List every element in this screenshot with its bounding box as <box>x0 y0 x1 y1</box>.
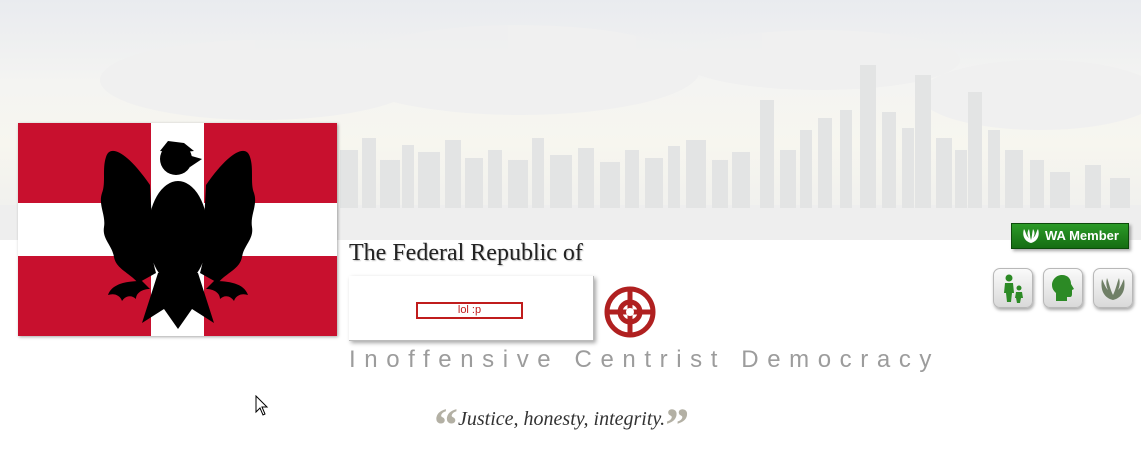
head-profile-badge[interactable] <box>1043 268 1083 308</box>
wa-member-badge[interactable]: WA Member <box>1011 223 1129 249</box>
wa-member-label: WA Member <box>1045 228 1119 243</box>
nation-name: lol :p <box>416 302 523 319</box>
mouse-cursor-icon <box>255 395 269 416</box>
head-profile-icon <box>1052 275 1074 301</box>
close-quote-icon: ” <box>665 399 690 452</box>
motto-text: Justice, honesty, integrity. <box>458 408 666 430</box>
laurel-wreath-icon <box>1101 278 1125 300</box>
family-icon <box>1004 274 1023 303</box>
laurel-wreath-badge[interactable] <box>1093 268 1133 308</box>
open-quote-icon: “ <box>434 399 458 452</box>
nation-name-box: lol :p <box>349 276 594 341</box>
laurel-icon <box>1023 229 1039 243</box>
nation-pretitle: The Federal Republic of <box>349 240 583 266</box>
crosshair-icon <box>604 286 656 338</box>
nation-category[interactable]: Inoffensive Centrist Democracy <box>349 346 940 374</box>
national-flag <box>18 123 337 336</box>
family-badge[interactable] <box>993 268 1033 308</box>
